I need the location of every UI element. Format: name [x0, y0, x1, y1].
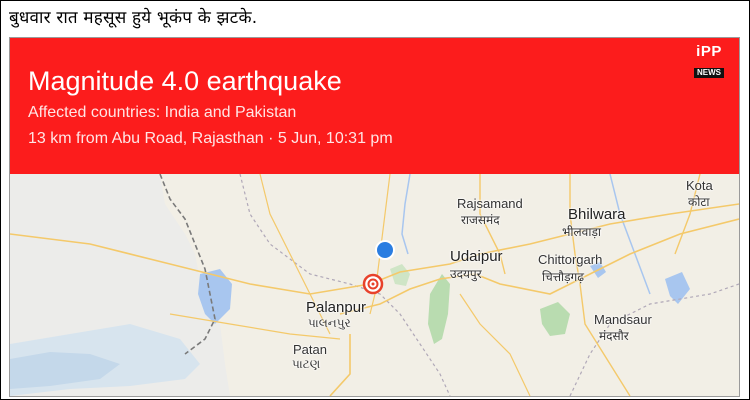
ipp-news-logo: iPP NEWS [689, 44, 729, 78]
place-palanpur-en: Palanpur [306, 299, 367, 316]
place-chittorgarh-en: Chittorgarh [538, 252, 603, 267]
map-markers [362, 240, 395, 295]
place-palanpur-hi: પાલનપુર [308, 316, 351, 330]
current-location-marker[interactable] [375, 240, 395, 260]
earthquake-headline: Magnitude 4.0 earthquake [28, 66, 342, 96]
earthquake-map[interactable]: Kota कोटा Rajsamand राजसमंद Bhilwara भील… [10, 174, 739, 396]
place-rajsamand-en: Rajsamand [457, 196, 523, 211]
place-chittorgarh-hi: चित्तौड़गढ़ [542, 270, 585, 284]
earthquake-card[interactable]: Magnitude 4.0 earthquake Affected countr… [9, 37, 740, 397]
logo-bottom-text: NEWS [694, 68, 724, 78]
place-bhilwara-en: Bhilwara [568, 206, 626, 223]
earthquake-banner: Magnitude 4.0 earthquake Affected countr… [10, 38, 739, 174]
place-kota-en: Kota [686, 178, 713, 193]
place-mandsaur-en: Mandsaur [594, 312, 652, 327]
logo-top-text: iPP [696, 43, 722, 60]
place-rajsamand-hi: राजसमंद [461, 213, 500, 227]
place-patan-en: Patan [293, 342, 327, 357]
place-mandsaur-hi: मंदसौर [599, 329, 629, 343]
place-patan-hi: પાટણ [292, 357, 321, 371]
place-udaipur-en: Udaipur [450, 248, 503, 265]
news-caption: बुधवार रात महसूस हुये भूकंप के झटके. [9, 8, 258, 28]
place-udaipur-hi: उदयपुर [450, 267, 482, 281]
news-frame: बुधवार रात महसूस हुये भूकंप के झटके. Mag… [0, 0, 750, 400]
earthquake-location-time: 13 km from Abu Road, Rajasthan · 5 Jun, … [28, 130, 393, 147]
place-kota-hi: कोटा [688, 195, 710, 209]
place-bhilwara-hi: भीलवाड़ा [562, 225, 601, 239]
epicenter-marker[interactable] [362, 273, 384, 295]
affected-countries: Affected countries: India and Pakistan [28, 104, 297, 121]
